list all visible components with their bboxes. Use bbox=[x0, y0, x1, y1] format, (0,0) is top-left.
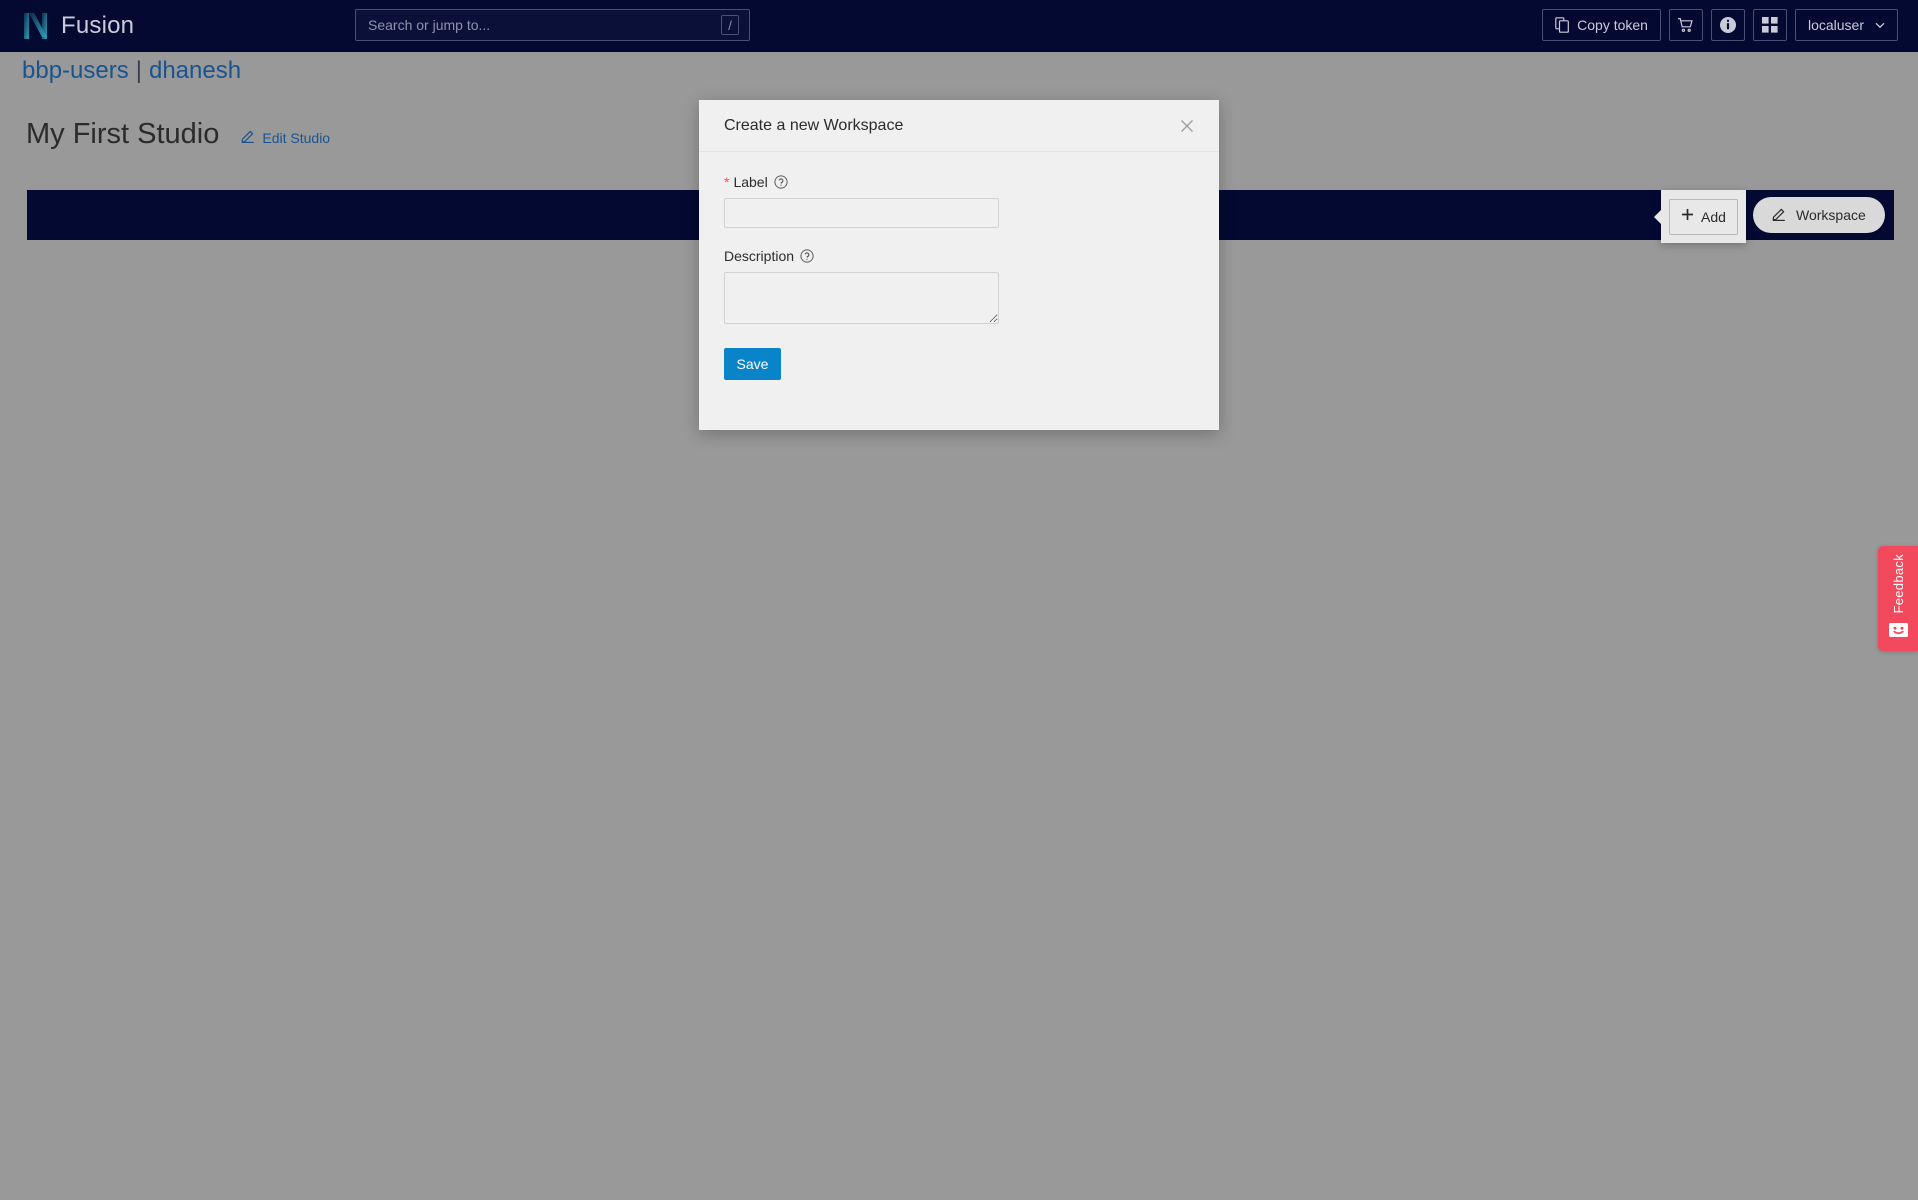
feedback-label: Feedback bbox=[1890, 553, 1906, 614]
required-marker: * bbox=[724, 174, 730, 190]
description-textarea[interactable] bbox=[724, 272, 999, 324]
label-field-block: * Label bbox=[724, 174, 1194, 228]
create-workspace-modal: Create a new Workspace * Label Descripti… bbox=[699, 100, 1219, 430]
question-circle-icon[interactable] bbox=[800, 249, 814, 263]
description-field-block: Description bbox=[724, 248, 1194, 324]
smiley-face-icon bbox=[1888, 622, 1908, 643]
save-button[interactable]: Save bbox=[724, 348, 781, 380]
description-field-text: Description bbox=[724, 248, 795, 264]
modal-title: Create a new Workspace bbox=[724, 116, 904, 134]
modal-header: Create a new Workspace bbox=[699, 100, 1219, 152]
label-input[interactable] bbox=[724, 198, 999, 228]
modal-body: * Label Description Save bbox=[699, 152, 1219, 380]
close-x-icon[interactable] bbox=[1177, 117, 1197, 137]
question-circle-icon[interactable] bbox=[774, 175, 788, 189]
label-field-text: Label bbox=[733, 174, 768, 190]
feedback-tab[interactable]: Feedback bbox=[1878, 546, 1918, 651]
description-field-label: Description bbox=[724, 248, 1194, 264]
label-field-label: * Label bbox=[724, 174, 1194, 190]
